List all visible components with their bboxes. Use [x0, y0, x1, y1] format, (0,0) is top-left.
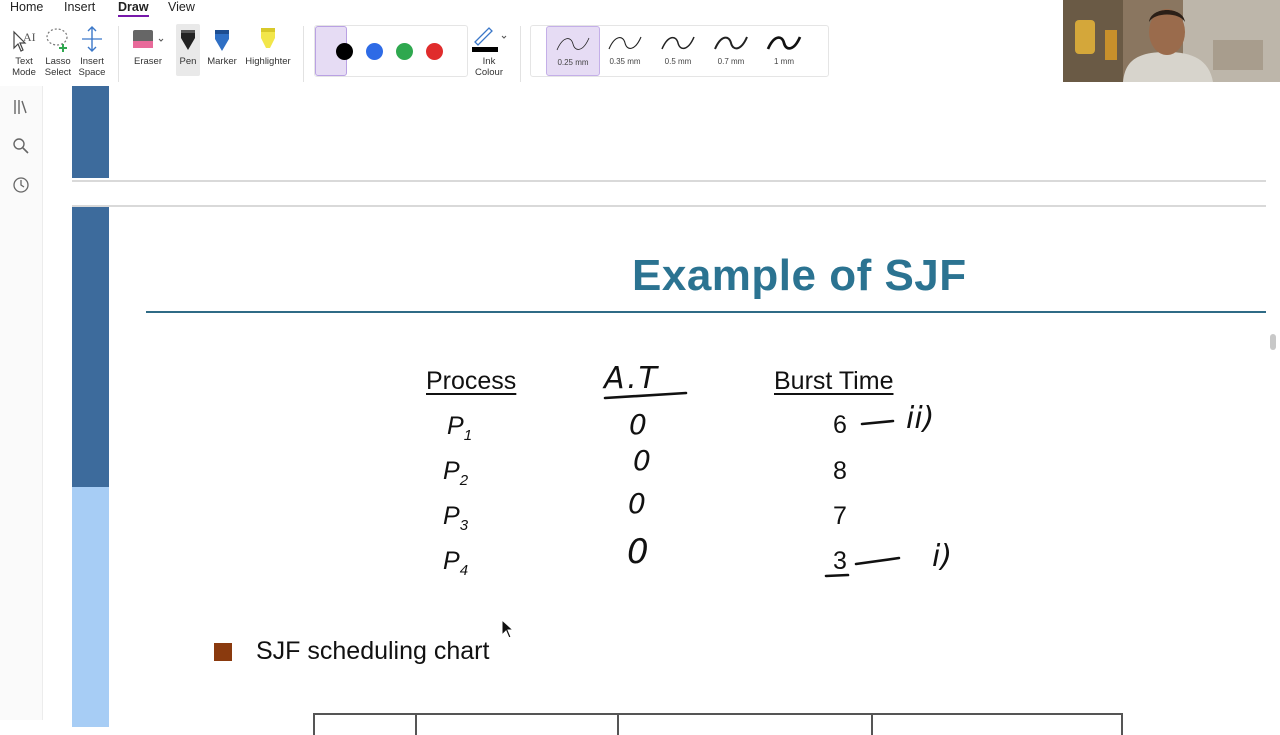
highlighter-icon [261, 28, 275, 48]
gantt-cell [415, 715, 417, 735]
menu-insert[interactable]: Insert [64, 0, 95, 14]
process-header: Process [426, 367, 517, 395]
title-divider [146, 311, 1266, 313]
slide-accent-bar [72, 207, 109, 487]
gantt-cell [313, 715, 315, 735]
lasso-select-button[interactable]: Lasso Select [43, 24, 73, 78]
marker-icon [215, 30, 229, 51]
menu-bar: Home Insert Draw View [0, 0, 1062, 17]
stroke-sample-icon [556, 37, 590, 51]
color-green[interactable] [396, 43, 413, 60]
eraser-button[interactable]: Eraser [130, 24, 166, 67]
insert-space-button[interactable]: Insert Space [76, 24, 108, 78]
webcam-video [1063, 0, 1280, 82]
eraser-icon [133, 30, 164, 48]
slide-accent-bar [72, 86, 109, 178]
thickness-option[interactable]: 0.5 mm [652, 26, 704, 74]
slide-accent-bar-light [72, 487, 109, 727]
thickness-option[interactable]: 1 mm [758, 26, 810, 74]
slide-title: Example of SJF [632, 251, 967, 300]
thickness-option[interactable]: 0.25 mm [546, 26, 600, 76]
process-name: P2 [443, 457, 469, 489]
color-red[interactable] [426, 43, 443, 60]
gantt-cell [1121, 715, 1123, 735]
burst-time-header: Burst Time [774, 367, 894, 395]
color-blue[interactable] [366, 43, 383, 60]
gantt-cell [871, 715, 873, 735]
ink-colour-button[interactable]: Ink Colour [468, 24, 510, 78]
ribbon-separator [303, 26, 304, 82]
insert-space-icon [82, 26, 102, 52]
ribbon-separator [118, 26, 119, 82]
left-rail [0, 86, 43, 720]
thickness-option[interactable]: 0.35 mm [599, 26, 651, 74]
gantt-cell [617, 715, 619, 735]
stroke-sample-icon [661, 36, 695, 50]
svg-text:AI: AI [23, 30, 36, 44]
highlighter-button[interactable]: Highlighter [242, 24, 294, 67]
menu-draw[interactable]: Draw [118, 0, 149, 17]
bullet-text: SJF scheduling chart [256, 637, 490, 665]
marker-button[interactable]: Marker [206, 24, 238, 67]
notebooks-icon[interactable] [12, 98, 30, 116]
ribbon-separator [520, 26, 521, 82]
stroke-sample-icon [766, 36, 802, 50]
thickness-option[interactable]: 0.7 mm [705, 26, 757, 74]
recent-clock-icon[interactable] [12, 176, 30, 194]
burst-time-value: 3 [833, 547, 847, 575]
ink-color-palette [314, 25, 468, 77]
presenter-video-icon [1063, 0, 1280, 82]
bullet-square [214, 643, 232, 661]
draw-ribbon: AI Text Mode Lasso Select Insert Space E… [0, 18, 1062, 86]
lasso-icon [46, 28, 68, 52]
previous-slide [72, 86, 1266, 182]
stroke-sample-icon [608, 36, 642, 50]
pen-button[interactable]: Pen [176, 24, 200, 76]
slide-example-sjf: Example of SJF Process Burst Time P1 P2 … [72, 205, 1266, 735]
process-name: P3 [443, 502, 469, 534]
stroke-sample-icon [714, 36, 748, 50]
burst-time-value: 8 [833, 457, 847, 485]
search-icon[interactable] [12, 137, 30, 155]
process-name: P4 [443, 547, 469, 579]
text-mode-button[interactable]: AI Text Mode [8, 24, 40, 78]
ink-colour-icon [472, 27, 507, 52]
scrollbar-thumb[interactable] [1270, 334, 1276, 350]
gantt-chart [313, 713, 1123, 735]
menu-home[interactable]: Home [10, 0, 43, 14]
thickness-picker: 0.25 mm 0.35 mm 0.5 mm 0.7 mm 1 mm [530, 25, 829, 77]
menu-view[interactable]: View [168, 0, 195, 14]
color-black[interactable] [336, 43, 353, 60]
burst-time-value: 7 [833, 502, 847, 530]
pen-icon [181, 30, 195, 50]
process-name: P1 [447, 412, 473, 444]
text-mode-icon: AI [13, 30, 36, 52]
burst-time-value: 6 [833, 411, 847, 439]
mouse-cursor-icon [501, 619, 515, 639]
